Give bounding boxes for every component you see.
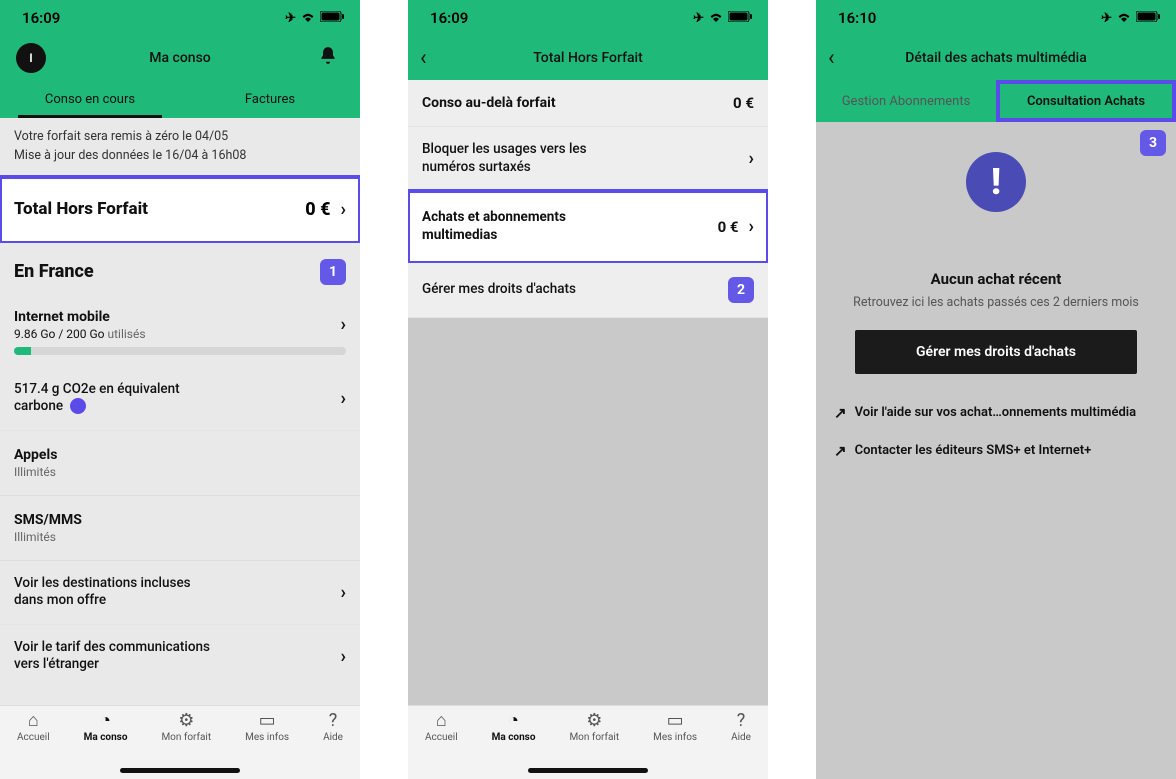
chevron-right-icon: › [341, 646, 346, 667]
avatar[interactable]: I [16, 43, 46, 73]
screen-total-hors-forfait: 16:09 ✈ ‹ Total Hors Forfait Conso au-de… [408, 0, 768, 779]
carbon-badge-icon [70, 398, 86, 414]
tab-ma-conso[interactable]: ◔Ma conso [492, 712, 536, 743]
tab-conso-en-cours[interactable]: Conso en cours [0, 80, 180, 118]
screen-ma-conso: 16:09 ✈ I Ma conso Conso en cours Factur… [0, 0, 360, 779]
header: I Ma conso [0, 36, 360, 80]
tab-accueil[interactable]: ⌂Accueil [425, 712, 458, 743]
status-time: 16:10 [838, 9, 876, 27]
home-icon: ⌂ [28, 712, 39, 730]
row-destinations[interactable]: Voir les destinations incluses dans mon … [0, 561, 360, 625]
external-link-icon: ↗ [834, 442, 847, 460]
chevron-right-icon: › [341, 199, 346, 220]
gauge-icon: ◔ [508, 712, 519, 730]
airplane-icon: ✈ [1101, 11, 1112, 26]
empty-state: ! Aucun achat récent Retrouvez ici les a… [816, 122, 1176, 394]
status-icons: ✈ [285, 11, 344, 26]
battery-icon [1136, 11, 1160, 26]
screen-detail-achats: 16:10 ✈ ‹ Détail des achats multimédia G… [816, 0, 1176, 779]
tab-mes-infos[interactable]: ▭Mes infos [653, 712, 697, 743]
chevron-right-icon: › [341, 582, 346, 603]
tab-accueil[interactable]: ⌂Accueil [17, 712, 50, 743]
back-button[interactable]: ‹ [828, 46, 835, 71]
wifi-icon [300, 11, 316, 26]
row-tarif-etranger[interactable]: Voir le tarif des communications vers l'… [0, 625, 360, 688]
header: ‹ Détail des achats multimédia [816, 36, 1176, 80]
primary-tabs: Conso en cours Factures [0, 80, 360, 118]
step-badge-3: 3 [1140, 130, 1166, 156]
status-bar: 16:09 ✈ [0, 0, 360, 36]
manage-rights-button[interactable]: Gérer mes droits d'achats [855, 330, 1137, 374]
battery-icon [320, 11, 344, 26]
link-aide-achats[interactable]: ↗ Voir l'aide sur vos achat…onnements mu… [816, 394, 1176, 432]
tab-mon-forfait[interactable]: ⚙Mon forfait [161, 712, 211, 743]
battery-icon [728, 11, 752, 26]
chevron-right-icon: › [341, 314, 346, 335]
internet-progress [0, 347, 360, 367]
exclamation-icon: ! [966, 152, 1026, 212]
card-icon: ▭ [259, 712, 276, 730]
card-icon: ▭ [667, 712, 684, 730]
page-title: Ma conso [149, 50, 210, 66]
status-icons: ✈ [1101, 11, 1160, 26]
tab-ma-conso[interactable]: ◔Ma conso [84, 712, 128, 743]
status-time: 16:09 [22, 9, 60, 27]
airplane-icon: ✈ [285, 11, 296, 26]
row-conso-au-dela: Conso au-delà forfait 0 € [408, 80, 768, 127]
step-badge-1: 1 [320, 259, 346, 285]
row-internet-mobile[interactable]: Internet mobile 9.86 Go / 200 Go utilisé… [0, 295, 360, 347]
step-badge-2: 2 [728, 277, 754, 303]
help-icon: ? [329, 712, 338, 730]
row-total-hors-forfait[interactable]: Total Hors Forfait 0 € › [0, 177, 360, 243]
status-bar: 16:10 ✈ [816, 0, 1176, 36]
page-title: Détail des achats multimédia [905, 50, 1087, 66]
status-bar: 16:09 ✈ [408, 0, 768, 36]
sliders-icon: ⚙ [586, 712, 602, 730]
back-button[interactable]: ‹ [420, 46, 427, 71]
status-time: 16:09 [430, 9, 468, 27]
row-sms: SMS/MMS Illimités [0, 496, 360, 561]
page-title: Total Hors Forfait [533, 50, 643, 66]
total-label: Total Hors Forfait [14, 199, 305, 219]
row-gerer-droits[interactable]: Gérer mes droits d'achats 2 [408, 263, 768, 318]
chevron-right-icon: › [341, 388, 346, 409]
chevron-right-icon: › [749, 148, 754, 169]
empty-sub: Retrouvez ici les achats passés ces 2 de… [853, 294, 1139, 312]
subtab-gestion-abonnements[interactable]: Gestion Abonnements [816, 80, 996, 122]
bell-icon[interactable] [318, 46, 338, 71]
airplane-icon: ✈ [693, 11, 704, 26]
wifi-icon [1116, 11, 1132, 26]
gauge-icon: ◔ [100, 712, 111, 730]
reset-banner: Votre forfait sera remis à zéro le 04/05… [0, 118, 360, 177]
wifi-icon [708, 11, 724, 26]
empty-title: Aucun achat récent [853, 270, 1139, 288]
subtabs: Gestion Abonnements Consultation Achats [816, 80, 1176, 122]
tab-mon-forfait[interactable]: ⚙Mon forfait [569, 712, 619, 743]
section-en-france: En France 1 [0, 243, 360, 295]
tab-factures[interactable]: Factures [180, 80, 360, 118]
row-achats-multimedia[interactable]: Achats et abonnements multimedias 0 € › [408, 191, 768, 263]
row-carbon[interactable]: 517.4 g CO2e en équivalent carbone › [0, 367, 360, 431]
internet-usage: 9.86 Go / 200 Go utilisés [14, 327, 341, 341]
header: ‹ Total Hors Forfait [408, 36, 768, 80]
subtab-consultation-achats[interactable]: Consultation Achats [996, 80, 1176, 122]
home-indicator [120, 768, 240, 773]
tab-aide[interactable]: ?Aide [323, 712, 343, 743]
status-icons: ✈ [693, 11, 752, 26]
home-icon: ⌂ [436, 712, 447, 730]
row-bloquer-surtaxes[interactable]: Bloquer les usages vers les numéros surt… [408, 127, 768, 191]
bottom-tabbar: ⌂Accueil ◔Ma conso ⚙Mon forfait ▭Mes inf… [0, 705, 360, 779]
row-appels: Appels Illimités [0, 431, 360, 496]
link-contacter-editeurs[interactable]: ↗ Contacter les éditeurs SMS+ et Interne… [816, 432, 1176, 470]
bottom-tabbar: ⌂Accueil ◔Ma conso ⚙Mon forfait ▭Mes inf… [408, 705, 768, 779]
chevron-right-icon: › [749, 216, 754, 237]
help-icon: ? [737, 712, 746, 730]
home-indicator [528, 768, 648, 773]
tab-aide[interactable]: ?Aide [731, 712, 751, 743]
tab-mes-infos[interactable]: ▭Mes infos [245, 712, 289, 743]
external-link-icon: ↗ [834, 404, 847, 422]
total-value: 0 € [305, 199, 330, 220]
sliders-icon: ⚙ [178, 712, 194, 730]
